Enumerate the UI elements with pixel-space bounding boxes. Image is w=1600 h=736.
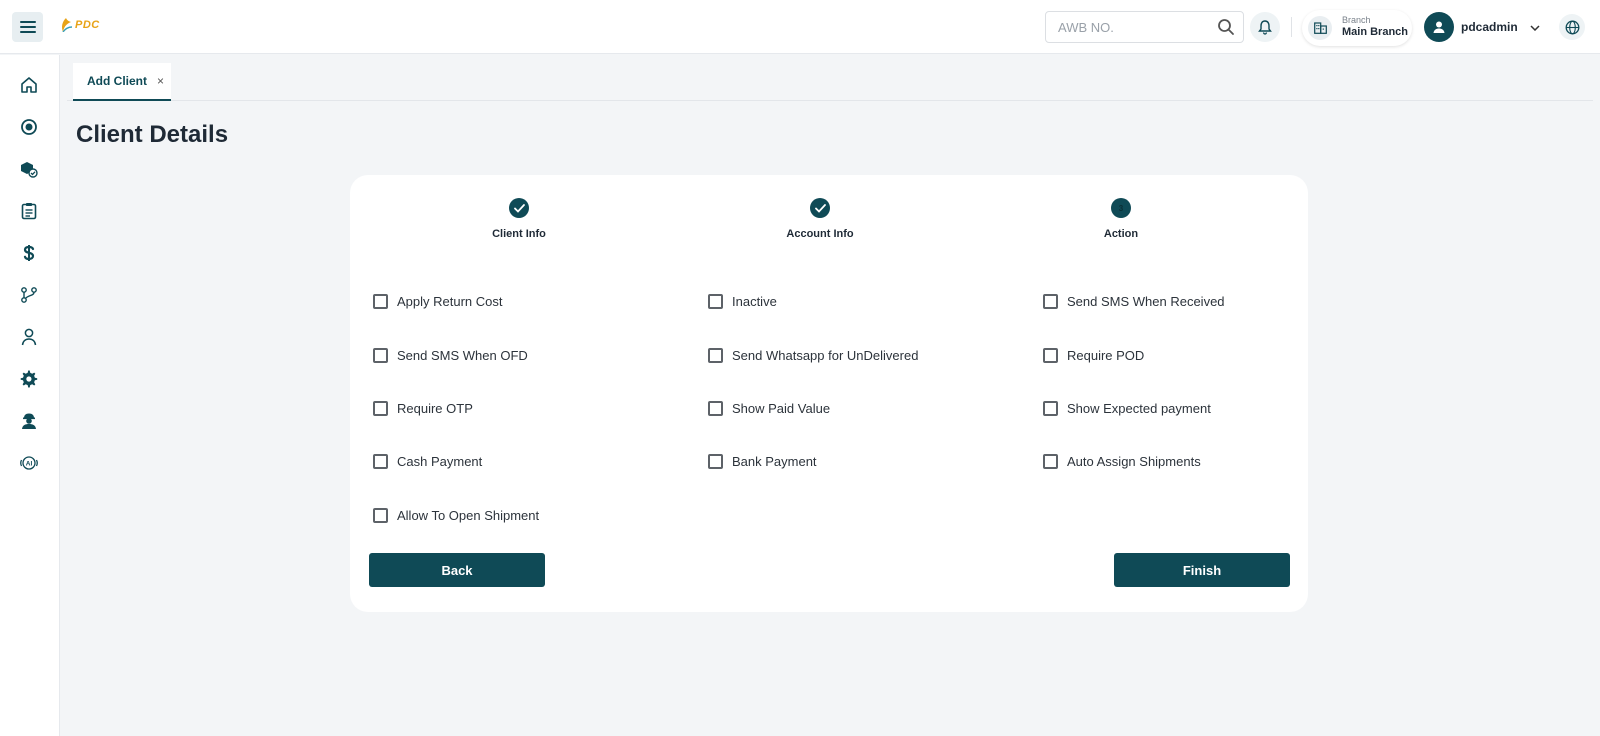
checkbox[interactable]	[373, 400, 388, 416]
option-show-paid-value[interactable]: Show Paid Value	[708, 398, 830, 418]
app-logo[interactable]: PDC	[60, 18, 100, 32]
branch-icon[interactable]	[15, 281, 43, 309]
page-title: Client Details	[76, 121, 229, 148]
tab-add-client[interactable]: Add Client ×	[73, 63, 171, 101]
checkbox[interactable]	[1043, 400, 1058, 416]
step-number-badge: 3	[1111, 198, 1131, 218]
option-label: Send Whatsapp for UnDelivered	[732, 347, 919, 363]
checkbox[interactable]	[1043, 453, 1058, 469]
option-label: Show Expected payment	[1067, 400, 1211, 416]
branch-label: Branch	[1342, 15, 1371, 25]
step-action[interactable]: 3 Action	[1051, 198, 1191, 240]
back-button[interactable]: Back	[369, 553, 545, 587]
building-icon	[1308, 16, 1332, 40]
gear-icon[interactable]	[15, 365, 43, 393]
home-icon[interactable]	[15, 71, 43, 99]
tab-label: Add Client	[87, 74, 147, 88]
option-label: Show Paid Value	[732, 400, 831, 416]
avatar	[1424, 12, 1454, 42]
tab-bar: Add Client ×	[67, 63, 1593, 101]
ai-icon[interactable]: AI	[15, 449, 43, 477]
top-bar: PDC Branch Main Branch pdcadmin	[0, 0, 1600, 54]
shipment-check-icon[interactable]	[15, 155, 43, 183]
option-label: Require POD	[1067, 347, 1145, 363]
checkbox[interactable]	[373, 507, 388, 523]
target-icon[interactable]	[15, 113, 43, 141]
option-send-sms-when-received[interactable]: Send SMS When Received	[1043, 291, 1225, 311]
option-label: Auto Assign Shipments	[1067, 453, 1201, 469]
step-client-info[interactable]: Client Info	[449, 198, 589, 240]
checkbox[interactable]	[708, 453, 723, 469]
divider	[1291, 17, 1292, 37]
option-send-whatsapp-undelivered[interactable]: Send Whatsapp for UnDelivered	[708, 345, 918, 365]
checkbox[interactable]	[373, 453, 388, 469]
agent-icon[interactable]	[15, 407, 43, 435]
notifications-bell-icon[interactable]	[1250, 12, 1280, 42]
checkbox[interactable]	[373, 293, 388, 309]
step-label: Action	[1103, 228, 1139, 240]
branch-selector[interactable]: Branch Main Branch	[1302, 10, 1412, 46]
option-inactive[interactable]: Inactive	[708, 291, 777, 311]
step-label: Client Info	[492, 228, 546, 240]
step-account-info[interactable]: Account Info	[750, 198, 890, 240]
logo-text: PDC	[75, 19, 100, 31]
person-icon[interactable]	[15, 323, 43, 351]
option-label: Cash Payment	[397, 453, 483, 469]
checkbox[interactable]	[1043, 293, 1058, 309]
awb-search	[1045, 11, 1244, 43]
option-show-expected-payment[interactable]: Show Expected payment	[1043, 398, 1211, 418]
user-menu[interactable]: pdcadmin	[1424, 12, 1540, 42]
option-label: Apply Return Cost	[397, 293, 503, 309]
chevron-down-icon	[1530, 18, 1540, 36]
main-content: Add Client × Client Details Client Info …	[67, 63, 1593, 736]
search-icon[interactable]	[1217, 18, 1235, 41]
checkbox[interactable]	[1043, 347, 1058, 363]
option-label: Require OTP	[397, 400, 473, 416]
option-label: Send SMS When Received	[1067, 293, 1225, 309]
checkbox[interactable]	[373, 347, 388, 363]
option-apply-return-cost[interactable]: Apply Return Cost	[373, 291, 503, 311]
dollar-icon[interactable]	[15, 239, 43, 267]
checkbox[interactable]	[708, 293, 723, 309]
close-icon[interactable]: ×	[157, 75, 164, 87]
step-number: 3	[1118, 203, 1124, 213]
check-icon	[509, 198, 529, 218]
awb-search-input[interactable]	[1046, 12, 1206, 42]
option-label: Bank Payment	[732, 453, 817, 469]
option-require-otp[interactable]: Require OTP	[373, 398, 473, 418]
clipboard-icon[interactable]	[15, 197, 43, 225]
option-require-pod[interactable]: Require POD	[1043, 345, 1144, 365]
logo-mark-icon	[62, 18, 72, 32]
option-label: Inactive	[732, 293, 777, 309]
check-icon	[810, 198, 830, 218]
option-label: Send SMS When OFD	[397, 347, 528, 363]
option-auto-assign-shipments[interactable]: Auto Assign Shipments	[1043, 451, 1201, 471]
username: pdcadmin	[1461, 20, 1518, 34]
finish-button[interactable]: Finish	[1114, 553, 1290, 587]
branch-value: Main Branch	[1342, 26, 1409, 38]
step-label: Account Info	[786, 228, 854, 240]
option-send-sms-when-ofd[interactable]: Send SMS When OFD	[373, 345, 528, 365]
option-bank-payment[interactable]: Bank Payment	[708, 451, 817, 471]
option-label: Allow To Open Shipment	[397, 507, 540, 523]
option-cash-payment[interactable]: Cash Payment	[373, 451, 482, 471]
sidebar: AI	[0, 55, 60, 736]
checkbox[interactable]	[708, 347, 723, 363]
client-details-card: Client Info Account Info 3 Action Apply …	[350, 175, 1308, 612]
option-allow-to-open-shipment[interactable]: Allow To Open Shipment	[373, 505, 539, 525]
globe-icon[interactable]	[1559, 14, 1585, 40]
checkbox[interactable]	[708, 400, 723, 416]
svg-text:AI: AI	[26, 461, 33, 468]
menu-icon[interactable]	[12, 12, 43, 42]
